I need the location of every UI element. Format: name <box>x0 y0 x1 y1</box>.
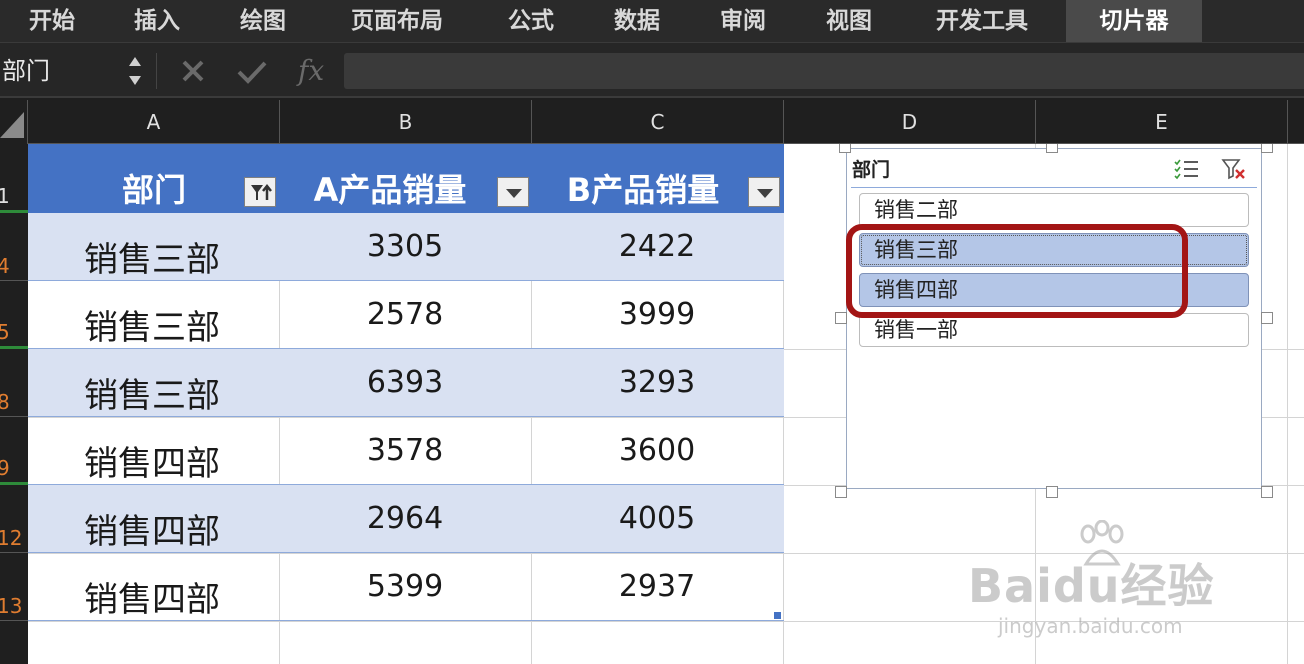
slicer-title: 部门 <box>852 159 891 181</box>
header-dept[interactable]: 部门 <box>28 165 280 211</box>
annotation-highlight <box>846 224 1188 318</box>
slicer-panel[interactable]: 部门 销售二部 销售三部 销售四部 销售一部 <box>846 148 1262 489</box>
resize-handle[interactable] <box>1046 144 1058 153</box>
product-b-cell[interactable]: 4005 <box>532 501 782 536</box>
table-resize-handle[interactable] <box>774 612 781 619</box>
header-product-a[interactable]: A产品销量 <box>280 165 500 211</box>
product-b-cell[interactable]: 3600 <box>532 433 782 468</box>
slicer-item[interactable]: 销售二部 <box>859 193 1249 227</box>
table-row[interactable]: 销售三部 3305 2422 <box>28 213 784 281</box>
tab-formulas[interactable]: 公式 <box>478 0 584 42</box>
dept-cell[interactable]: 销售四部 <box>84 572 220 621</box>
row-header-blank[interactable] <box>0 621 28 664</box>
product-b-cell[interactable]: 3293 <box>532 365 782 400</box>
column-header-d[interactable]: D <box>784 100 1036 144</box>
row-header-1[interactable]: 1 <box>0 144 28 213</box>
product-a-cell[interactable]: 2578 <box>280 297 530 332</box>
dept-cell[interactable]: 销售三部 <box>84 232 220 281</box>
header-product-b[interactable]: B产品销量 <box>532 165 754 211</box>
product-b-cell[interactable]: 2937 <box>532 569 782 604</box>
formula-bar: 部门 fx <box>0 42 1304 98</box>
multi-select-icon[interactable] <box>1174 157 1200 181</box>
column-header-a[interactable]: A <box>28 100 280 144</box>
dept-cell[interactable]: 销售三部 <box>84 300 220 349</box>
table-header-row: 部门 A产品销量 B产品销量 <box>28 144 784 213</box>
clear-filter-icon[interactable] <box>1221 157 1247 181</box>
column-headers: A B C D E <box>0 100 1304 144</box>
checkmark-icon[interactable] <box>236 51 268 91</box>
resize-handle[interactable] <box>1261 486 1273 498</box>
dept-cell[interactable]: 销售四部 <box>84 504 220 553</box>
dropdown-arrow-icon[interactable] <box>748 177 780 207</box>
cancel-x-icon[interactable] <box>180 51 206 91</box>
resize-handle[interactable] <box>1261 312 1273 324</box>
table-row[interactable]: 销售四部 2964 4005 <box>28 485 784 553</box>
row-header-13[interactable]: 13 <box>0 553 28 621</box>
tab-slicer[interactable]: 切片器 <box>1066 0 1202 42</box>
table-row[interactable]: 销售三部 2578 3999 <box>28 281 784 349</box>
dept-cell[interactable]: 销售四部 <box>84 436 220 485</box>
formula-bar-divider <box>156 53 157 89</box>
filter-applied-icon[interactable] <box>244 177 276 207</box>
tab-draw[interactable]: 绘图 <box>210 0 316 42</box>
resize-handle[interactable] <box>835 486 847 498</box>
tab-view[interactable]: 视图 <box>796 0 902 42</box>
product-b-cell[interactable]: 2422 <box>532 229 782 264</box>
row-headers: 1 4 5 8 9 12 13 <box>0 144 28 664</box>
row-header-4[interactable]: 4 <box>0 213 28 281</box>
product-a-cell[interactable]: 5399 <box>280 569 530 604</box>
product-a-cell[interactable]: 3578 <box>280 433 530 468</box>
row-header-9[interactable]: 9 <box>0 417 28 485</box>
resize-handle[interactable] <box>835 312 847 324</box>
column-header-e[interactable]: E <box>1036 100 1288 144</box>
row-header-12[interactable]: 12 <box>0 485 28 553</box>
stepper-arrows-icon[interactable] <box>126 51 144 91</box>
tab-page-layout[interactable]: 页面布局 <box>316 0 478 42</box>
dropdown-arrow-icon[interactable] <box>497 177 529 207</box>
table-row[interactable]: 销售四部 5399 2937 <box>28 553 784 621</box>
tab-developer[interactable]: 开发工具 <box>902 0 1062 42</box>
function-fx-icon[interactable]: fx <box>298 51 324 91</box>
tab-review[interactable]: 审阅 <box>690 0 796 42</box>
row-header-8[interactable]: 8 <box>0 349 28 417</box>
ribbon-tabs: 开始 插入 绘图 页面布局 公式 数据 审阅 视图 开发工具 切片器 <box>0 0 1304 42</box>
column-header-b[interactable]: B <box>280 100 532 144</box>
resize-handle[interactable] <box>1261 144 1273 153</box>
row-header-5[interactable]: 5 <box>0 281 28 349</box>
table-row[interactable]: 销售三部 6393 3293 <box>28 349 784 417</box>
dept-cell[interactable]: 销售三部 <box>84 368 220 417</box>
slicer-item[interactable]: 销售一部 <box>859 313 1249 347</box>
resize-handle[interactable] <box>839 144 851 153</box>
select-all-corner[interactable] <box>0 100 28 144</box>
formula-input[interactable] <box>344 53 1304 89</box>
baidu-watermark: Baidu经验 jingyan.baidu.com <box>968 520 1238 650</box>
product-a-cell[interactable]: 6393 <box>280 365 530 400</box>
product-b-cell[interactable]: 3999 <box>532 297 782 332</box>
tab-home[interactable]: 开始 <box>0 0 104 42</box>
tab-insert[interactable]: 插入 <box>104 0 210 42</box>
product-a-cell[interactable]: 2964 <box>280 501 530 536</box>
product-a-cell[interactable]: 3305 <box>280 229 530 264</box>
resize-handle[interactable] <box>1046 486 1058 498</box>
table-row[interactable]: 销售四部 3578 3600 <box>28 417 784 485</box>
tab-data[interactable]: 数据 <box>584 0 690 42</box>
column-header-c[interactable]: C <box>532 100 784 144</box>
